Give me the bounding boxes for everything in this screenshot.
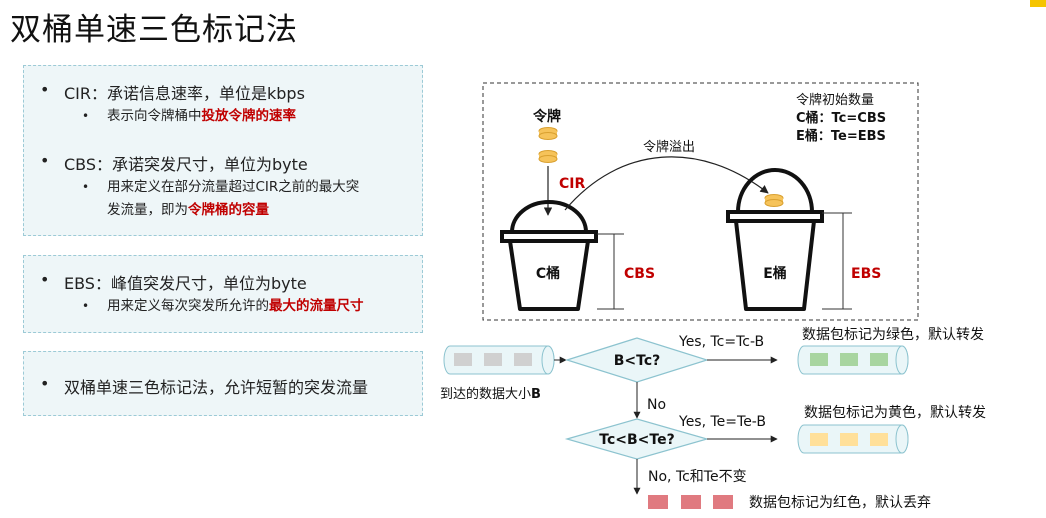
cir-label: CIR <box>559 176 585 192</box>
token-coin-icon <box>538 150 558 163</box>
packet-yellow <box>810 433 828 446</box>
no1-label: No <box>647 397 666 413</box>
c-bucket <box>500 200 598 311</box>
packet-red <box>713 495 733 509</box>
token-coin-icon <box>538 127 558 140</box>
yes1-label: Yes, Tc=Tc-B <box>678 334 764 350</box>
packet-gray <box>454 353 472 366</box>
ebs-label: EBS <box>851 266 881 282</box>
packet-green <box>810 353 828 366</box>
init-e: E桶：Te=EBS <box>796 128 886 144</box>
yellow-pipe <box>797 424 909 454</box>
arrival-label-bold: B <box>531 387 541 402</box>
packet-gray <box>514 353 532 366</box>
yes2-label: Yes, Te=Te-B <box>678 414 766 430</box>
packet-green <box>840 353 858 366</box>
overflow-label: 令牌溢出 <box>643 139 695 155</box>
packet-red <box>681 495 701 509</box>
arrival-pipe <box>443 345 555 375</box>
packet-green <box>870 353 888 366</box>
e-bucket-label: E桶 <box>763 265 787 282</box>
dual-bucket-diagram: 令牌 CIR C桶 CBS 令牌溢出 E桶 EBS 令牌初始数量 C桶：Tc=C… <box>440 82 986 511</box>
init-c: C桶：Tc=CBS <box>796 110 886 126</box>
red-result-label: 数据包标记为红色，默认丢弃 <box>749 494 931 511</box>
green-result-label: 数据包标记为绿色，默认转发 <box>802 326 984 343</box>
token-label: 令牌 <box>532 108 561 125</box>
no2-label: No, Tc和Te不变 <box>648 469 747 485</box>
cbs-label: CBS <box>624 266 655 282</box>
decision2-text: Tc<B<Te? <box>599 432 674 448</box>
packet-yellow <box>870 433 888 446</box>
yellow-result-label: 数据包标记为黄色，默认转发 <box>804 404 986 421</box>
packet-gray <box>484 353 502 366</box>
token-coin-icon <box>764 194 784 207</box>
packet-yellow <box>840 433 858 446</box>
e-bucket <box>726 168 824 311</box>
init-title: 令牌初始数量 <box>796 92 874 108</box>
arrival-label: 到达的数据大小B <box>440 386 541 402</box>
arrival-label-text: 到达的数据大小 <box>440 386 531 402</box>
decision1-text: B<Tc? <box>614 353 661 369</box>
packet-red <box>648 495 668 509</box>
green-pipe <box>797 345 909 375</box>
c-bucket-label: C桶 <box>536 265 560 282</box>
